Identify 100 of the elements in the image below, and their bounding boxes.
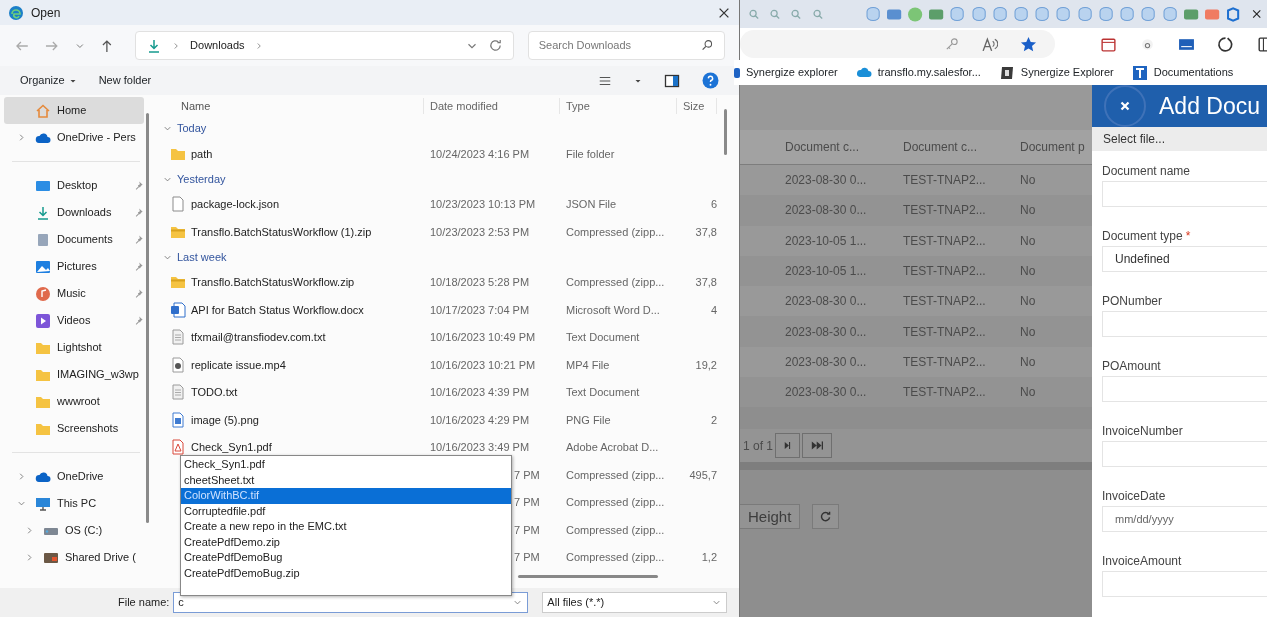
file-type: Compressed (zipp... [565, 522, 666, 538]
file-name[interactable]: Check_Syn1.pdf [191, 439, 272, 456]
suggestion-item[interactable]: CreatePdfDemo.zip [181, 534, 511, 550]
group-header[interactable]: Yesterday [177, 170, 226, 188]
file-size: 4 [710, 303, 717, 316]
column-header[interactable]: Name [160, 97, 424, 115]
group-header[interactable]: Today [177, 120, 207, 137]
input-field[interactable] [1102, 376, 1267, 402]
organize-menu[interactable]: Organize [20, 72, 77, 89]
file-name[interactable]: API for Batch Status Workflow.docx [191, 301, 364, 318]
suggestion-item[interactable]: Corruptedfile.pdf [181, 503, 511, 519]
key-icon[interactable] [944, 36, 959, 52]
input-field[interactable] [1102, 181, 1267, 207]
tab-icon[interactable] [1034, 5, 1051, 23]
close-icon[interactable] [1251, 8, 1263, 20]
new-folder-button[interactable]: New folder [98, 72, 152, 89]
tab-icon[interactable] [906, 5, 924, 23]
height-button[interactable]: Height [740, 504, 801, 530]
tab-icon[interactable] [991, 5, 1009, 23]
file-type-filter[interactable]: All files (*.*) [542, 592, 728, 613]
tab-icon[interactable] [1140, 5, 1157, 23]
sidebar-item[interactable]: OneDrive - Pers [4, 124, 144, 151]
group-header[interactable]: Last week [177, 248, 227, 266]
bookmark-link[interactable]: Documentations [1131, 64, 1234, 81]
file-name[interactable]: replicate issue.mp4 [191, 356, 286, 373]
bookmark-link[interactable]: Synergize explorer [734, 64, 838, 81]
tab-icon[interactable] [970, 5, 987, 23]
input-field[interactable] [1102, 311, 1267, 337]
refresh-icon[interactable] [1217, 35, 1234, 53]
table-cell-text: TEST-TNAP2... [903, 353, 987, 371]
table-cell-text: 2023-08-30 0... [785, 202, 868, 220]
column-header[interactable]: Document c... [785, 138, 903, 156]
file-name[interactable]: path [191, 145, 213, 162]
column-header[interactable]: Date modified [424, 97, 560, 115]
breadcrumb[interactable]: Downloads [190, 37, 245, 54]
select-field[interactable]: Undefined [1102, 246, 1267, 272]
tab-icon[interactable] [864, 5, 881, 23]
scrollbar[interactable] [146, 113, 149, 523]
suggestion-item[interactable]: Create a new repo in the EMC.txt [181, 519, 511, 535]
tab-icon[interactable] [949, 5, 966, 23]
last-page-button[interactable] [802, 433, 833, 459]
sidebar-item[interactable]: Pictures [4, 253, 144, 280]
column-header[interactable]: Type [560, 97, 677, 115]
sidebar-item[interactable]: Lightshot [4, 334, 144, 361]
sidebar-item[interactable]: Documents [4, 226, 144, 253]
read-aloud-icon[interactable] [981, 35, 998, 53]
tab-icon[interactable] [1225, 5, 1242, 23]
file-name[interactable]: package-lock.json [191, 196, 280, 213]
search-field[interactable]: Search Downloads [527, 31, 725, 60]
sidebar-item[interactable]: Home [4, 97, 144, 124]
tab-icon[interactable] [1076, 5, 1093, 23]
tab-icon[interactable] [1013, 5, 1030, 23]
home-icon [35, 102, 51, 119]
suggestion-item[interactable]: CreatePdfDemoBug.zip [181, 565, 511, 581]
sidebar-item[interactable]: OneDrive [4, 463, 144, 490]
address-field[interactable] [740, 30, 1055, 58]
sidebar-item[interactable]: Videos [4, 307, 144, 334]
sidebar-item[interactable]: OS (C:) [4, 517, 144, 544]
field-label: InvoiceNumber [1102, 424, 1183, 438]
sidebar-item[interactable]: wwwroot [4, 388, 144, 415]
star-icon[interactable] [1020, 35, 1037, 53]
close-button[interactable] [1104, 85, 1146, 127]
preview-pane-icon[interactable] [664, 72, 680, 89]
file-name[interactable]: tfxmail@transfiodev.com.txt [191, 329, 326, 346]
field-label: InvoiceAmount [1102, 554, 1182, 568]
suggestion-item[interactable]: cheetSheet.txt [181, 472, 511, 488]
column-header[interactable]: Size [677, 97, 717, 115]
sidebar-item[interactable]: IMAGING_w3wp [4, 361, 144, 388]
sidebar-item[interactable]: Desktop [4, 172, 144, 199]
file-name[interactable]: image (5).png [191, 411, 259, 428]
help-icon[interactable] [702, 72, 719, 89]
bookmark-link[interactable]: transflo.my.salesfor... [855, 64, 981, 81]
sidebar-item[interactable]: Shared Drive ( [4, 544, 144, 571]
tab-icon[interactable] [1097, 5, 1115, 23]
sidebar-item[interactable]: Downloads [4, 199, 144, 226]
tab-icon[interactable] [1161, 5, 1178, 23]
calendar-icon[interactable] [1100, 35, 1117, 53]
column-header[interactable]: Document p [1020, 138, 1092, 156]
sidebar-item[interactable]: Screenshots [4, 415, 144, 442]
sidebar-item[interactable]: This PC [4, 490, 144, 517]
file-picker[interactable]: Select file... [1092, 127, 1267, 151]
address-bar[interactable]: Downloads [135, 31, 514, 60]
file-name[interactable]: TODO.txt [191, 384, 238, 401]
scrollbar[interactable] [724, 109, 727, 155]
suggestion-item[interactable]: ColorWithBC.tif [181, 488, 511, 504]
input-field[interactable] [1102, 441, 1267, 467]
file-name[interactable]: Transflo.BatchStatusWorkflow (1).zip [191, 223, 372, 240]
bookmark-link[interactable]: Synergize Explorer [998, 64, 1114, 81]
file-name[interactable]: Transflo.BatchStatusWorkflow.zip [191, 274, 355, 291]
input-field[interactable] [1102, 571, 1267, 597]
next-page-button[interactable] [775, 433, 801, 459]
suggestion-item[interactable]: CreatePdfDemoBug [181, 550, 511, 566]
tab-icon[interactable] [1055, 5, 1072, 23]
refresh-button[interactable] [812, 504, 840, 530]
suggestion-item[interactable]: Check_Syn1.pdf [181, 457, 511, 473]
column-header[interactable]: Document c... [903, 138, 1020, 156]
scrollbar[interactable] [518, 575, 658, 578]
sidebar-item[interactable]: Music [4, 280, 144, 307]
tab-icon[interactable] [1119, 5, 1136, 23]
date-field[interactable]: mm/dd/yyyy [1102, 506, 1267, 532]
